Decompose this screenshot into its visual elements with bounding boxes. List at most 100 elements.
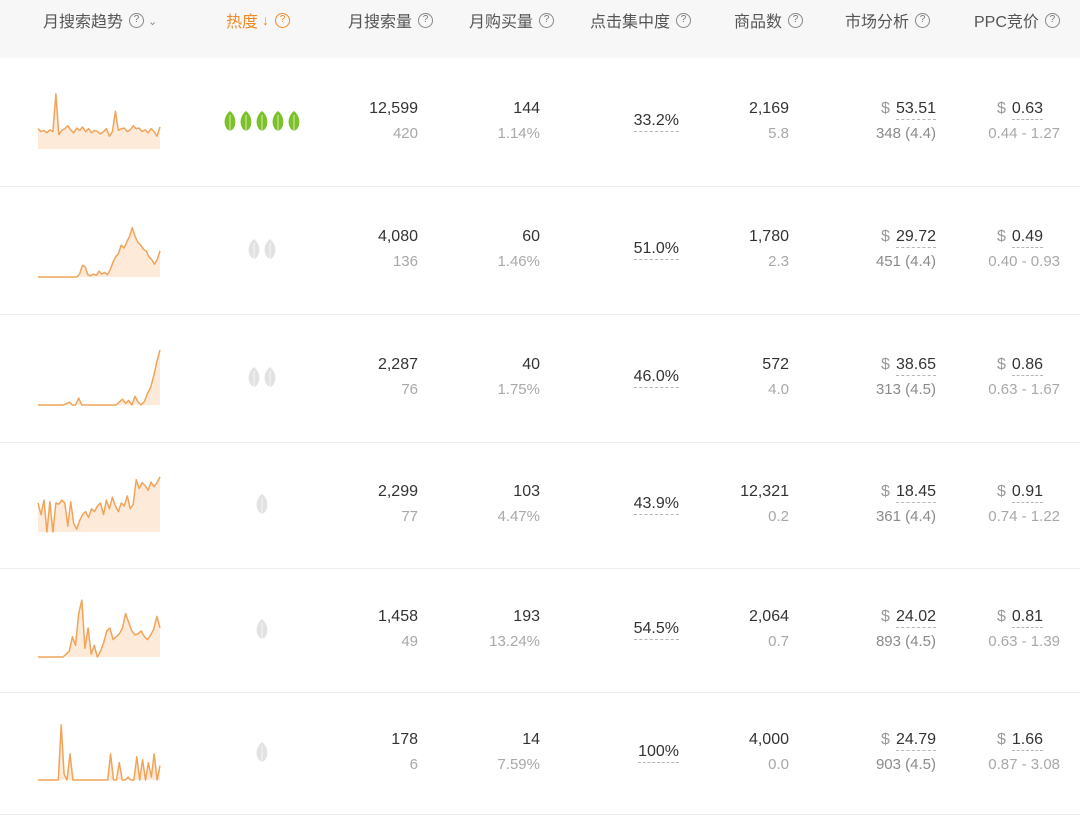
ppc-value: 0.91 (1011, 483, 1043, 503)
heat-indicator (255, 618, 269, 640)
header-product-count[interactable]: 商品数 ? (734, 0, 804, 40)
monthly-purchase-value: 40 (522, 356, 540, 373)
product-count-value: 572 (762, 356, 789, 373)
reviews-rating: 903 (4.5) (875, 756, 936, 773)
leaf-icon (255, 618, 269, 640)
search-trend-sparkline[interactable] (36, 85, 162, 155)
monthly-purchase-value: 103 (513, 483, 540, 500)
price-value: 24.79 (895, 731, 936, 751)
average-price[interactable]: $29.72 (881, 228, 936, 248)
search-trend-sparkline[interactable] (36, 593, 162, 663)
sparkline-area (38, 724, 160, 780)
question-circle-icon[interactable]: ? (1044, 12, 1060, 28)
supply-demand-ratio: 0.7 (768, 633, 789, 650)
ppc-range: 0.63 - 1.67 (988, 381, 1060, 398)
keyword-table: 月搜索趋势 ? ⌄ 热度 ↓ ? 月搜索量 ? 月购买量 ? 点击集中度 ? 商… (0, 0, 1080, 815)
ppc-range: 0.40 - 0.93 (988, 253, 1060, 270)
ppc-bid[interactable]: $0.86 (997, 356, 1043, 376)
heat-indicator (223, 110, 301, 132)
table-row[interactable]: 2,287 76 40 1.75% 46.0% 572 4.0 $38.65 313 (4.5)… (0, 314, 1080, 443)
header-ppc-bid[interactable]: PPC竞价 ? (974, 0, 1060, 40)
ppc-value: 0.49 (1011, 228, 1043, 248)
leaf-icon (223, 110, 237, 132)
arrow-down-icon[interactable]: ↓ (262, 12, 269, 28)
leaf-icon (239, 110, 253, 132)
average-price[interactable]: $18.45 (881, 483, 936, 503)
question-circle-icon[interactable]: ? (788, 12, 804, 28)
daily-search-value: 420 (392, 125, 418, 142)
leaf-icon (247, 366, 261, 388)
purchase-rate-value: 4.47% (497, 508, 540, 525)
purchase-rate-value: 1.46% (497, 253, 540, 270)
table-row[interactable]: 1,458 49 193 13.24% 54.5% 2,064 0.7 $24.02 893 (… (0, 568, 1080, 693)
ppc-bid[interactable]: $0.63 (997, 100, 1043, 120)
question-circle-icon[interactable]: ? (418, 12, 434, 28)
question-circle-icon[interactable]: ? (275, 12, 291, 28)
purchase-rate-value: 7.59% (497, 756, 540, 773)
table-row[interactable]: 12,599 420 144 1.14% 33.2% 2,169 5.8 $53.51 348 … (0, 58, 1080, 187)
table-row[interactable]: 4,080 136 60 1.46% 51.0% 1,780 2.3 $29.72 451 (4… (0, 186, 1080, 315)
leaf-icon (263, 366, 277, 388)
monthly-purchase-value: 14 (522, 731, 540, 748)
ppc-value: 1.66 (1011, 731, 1043, 751)
ppc-bid[interactable]: $1.66 (997, 731, 1043, 751)
ppc-range: 0.74 - 1.22 (988, 508, 1060, 525)
average-price[interactable]: $53.51 (881, 100, 936, 120)
click-concentration-text: 54.5% (633, 620, 679, 640)
daily-search-value: 49 (401, 633, 418, 650)
header-monthly-purchase[interactable]: 月购买量 ? (469, 0, 555, 40)
ppc-range: 0.63 - 1.39 (988, 633, 1060, 650)
average-price[interactable]: $38.65 (881, 356, 936, 376)
average-price[interactable]: $24.02 (881, 608, 936, 628)
daily-search-value: 6 (409, 756, 418, 773)
header-monthly-search[interactable]: 月搜索量 ? (348, 0, 434, 40)
search-trend-sparkline[interactable] (36, 341, 162, 411)
currency-symbol: $ (881, 228, 890, 245)
click-concentration-value[interactable]: 46.0% (633, 368, 679, 388)
table-row[interactable]: 178 6 14 7.59% 100% 4,000 0.0 $24.79 903 (4.5) $1… (0, 692, 1080, 815)
sparkline-area (38, 600, 160, 657)
header-monthly-purchase-label: 月购买量 (469, 14, 534, 31)
reviews-rating: 893 (4.5) (875, 633, 936, 650)
supply-demand-ratio: 4.0 (768, 381, 789, 398)
ppc-bid[interactable]: $0.81 (997, 608, 1043, 628)
chevron-down-icon[interactable]: ⌄ (148, 15, 157, 28)
monthly-search-value: 1,458 (377, 608, 418, 625)
click-concentration-value[interactable]: 100% (638, 743, 679, 763)
ppc-value: 0.81 (1011, 608, 1043, 628)
click-concentration-text: 46.0% (633, 368, 679, 388)
question-circle-icon[interactable]: ? (539, 12, 555, 28)
click-concentration-value[interactable]: 33.2% (633, 112, 679, 132)
header-click-concentration[interactable]: 点击集中度 ? (590, 0, 692, 40)
header-trend[interactable]: 月搜索趋势 ? ⌄ (43, 0, 157, 40)
header-market-analysis[interactable]: 市场分析 ? (845, 0, 931, 40)
leaf-icon (255, 741, 269, 763)
sparkline-area (38, 349, 160, 405)
product-count-value: 1,780 (748, 228, 789, 245)
product-count-value: 12,321 (740, 483, 789, 500)
reviews-rating: 451 (4.4) (875, 253, 936, 270)
currency-symbol: $ (881, 356, 890, 373)
ppc-value: 0.86 (1011, 356, 1043, 376)
purchase-rate-value: 1.14% (497, 125, 540, 142)
price-value: 38.65 (895, 356, 936, 376)
search-trend-sparkline[interactable] (36, 468, 162, 538)
question-circle-icon[interactable]: ? (676, 12, 692, 28)
search-trend-sparkline[interactable] (36, 213, 162, 283)
click-concentration-value[interactable]: 51.0% (633, 240, 679, 260)
leaf-icon (255, 493, 269, 515)
heat-indicator (255, 741, 269, 763)
click-concentration-value[interactable]: 54.5% (633, 620, 679, 640)
search-trend-sparkline[interactable] (36, 716, 162, 786)
table-row[interactable]: 2,299 77 103 4.47% 43.9% 12,321 0.2 $18.45 361 (… (0, 442, 1080, 569)
ppc-bid[interactable]: $0.91 (997, 483, 1043, 503)
question-circle-icon[interactable]: ? (915, 12, 931, 28)
product-count-value: 2,169 (748, 100, 789, 117)
question-circle-icon[interactable]: ? (129, 12, 145, 28)
click-concentration-text: 51.0% (633, 240, 679, 260)
average-price[interactable]: $24.79 (881, 731, 936, 751)
header-heat[interactable]: 热度 ↓ ? (226, 0, 291, 40)
header-trend-label: 月搜索趋势 (43, 14, 124, 31)
click-concentration-value[interactable]: 43.9% (633, 495, 679, 515)
ppc-bid[interactable]: $0.49 (997, 228, 1043, 248)
